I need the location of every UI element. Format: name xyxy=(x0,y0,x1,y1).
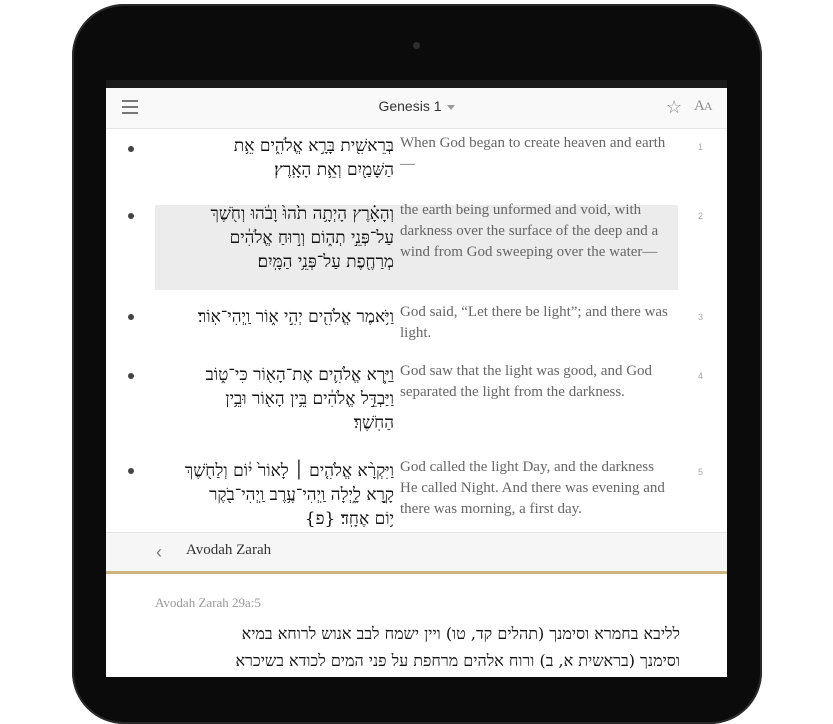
verse-number: 5 xyxy=(698,467,704,477)
top-bar: Genesis 1 ☆ AA xyxy=(106,88,727,129)
english-text: the earth being unformed and void, with … xyxy=(400,202,659,260)
hebrew-line: וַיַּ֧רְא אֱלֹהִ֛ים אֶת־הָא֖וֹר כִּי־ט֑ו… xyxy=(205,365,394,385)
hebrew-line: וְהָאָ֗רֶץ הָיְתָ֥ה תֹ֙הוּ֙ וָבֹ֔הוּ וְח… xyxy=(210,204,395,224)
hebrew-line: קָ֣רָא לָ֑יְלָה וַֽיְהִי־עֶ֥רֶב וַֽיְהִי… xyxy=(209,485,394,505)
english-text: When God began to create heaven and eart… xyxy=(400,135,666,172)
hebrew-line: עַל־פְּנֵ֣י תְה֑וֹם וְר֣וּחַ אֱלֹהִ֔ים xyxy=(229,228,394,248)
hebrew-line: וַיַּבְדֵּ֣ל אֱלֹהִ֔ים בֵּ֥ין הָא֖וֹר וּ… xyxy=(225,389,394,409)
verse-row[interactable]: וַיִּקְרָ֨א אֱלֹהִ֤ים ׀ לָאוֹר֙ י֔וֹם וְ… xyxy=(106,456,727,532)
verse-bullet xyxy=(128,314,134,320)
connection-title: Avodah Zarah xyxy=(186,542,272,558)
book-title-dropdown[interactable]: Genesis 1 xyxy=(106,98,727,114)
star-icon[interactable]: ☆ xyxy=(666,97,682,118)
chevron-down-icon xyxy=(446,104,455,110)
camera-lens xyxy=(413,42,420,49)
verse-number: 1 xyxy=(698,142,704,152)
verse-bullet xyxy=(128,373,134,379)
verse-bullet xyxy=(128,213,134,219)
talmud-text: לליבא בחמרא וסימנך (תהלים קד, טו) ויין י… xyxy=(155,620,680,674)
english-text: God saw that the light was good, and God… xyxy=(400,363,653,400)
verse-number: 3 xyxy=(698,312,704,322)
hebrew-line: הַחֹֽשֶׁךְ׃ xyxy=(353,413,394,433)
talmud-line: לליבא בחמרא וסימנך (תהלים קד, טו) ויין י… xyxy=(241,624,680,643)
app-screen: Genesis 1 ☆ AA בְּרֵאשִׁ֖ית בָּרָ֣א אֱלֹ… xyxy=(106,80,727,677)
english-text: God said, “Let there be light”; and ther… xyxy=(400,304,668,341)
back-chevron-icon[interactable]: ‹ xyxy=(156,542,162,563)
hebrew-text: וְהָאָ֗רֶץ הָיְתָ֥ה תֹ֙הוּ֙ וָבֹ֔הוּ וְח… xyxy=(156,202,395,274)
hebrew-text: וַיִּקְרָ֨א אֱלֹהִ֤ים ׀ לָאוֹר֙ י֔וֹם וְ… xyxy=(156,459,394,531)
source-reference[interactable]: Avodah Zarah 29a:5 xyxy=(155,595,261,611)
hebrew-text: וַיֹּ֥אמֶר אֱלֹהִ֖ים יְהִ֣י א֑וֹר וַֽיְה… xyxy=(156,305,394,329)
hebrew-text: וַיַּ֧רְא אֱלֹהִ֛ים אֶת־הָא֖וֹר כִּי־ט֑ו… xyxy=(156,363,394,435)
hebrew-line: י֥וֹם אֶחָֽד׃ {פ} xyxy=(304,509,394,529)
page-title: Genesis 1 xyxy=(378,98,442,114)
hebrew-line: וַיִּקְרָ֨א אֱלֹהִ֤ים ׀ לָאוֹר֙ י֔וֹם וְ… xyxy=(184,461,394,481)
font-size-icon[interactable]: AA xyxy=(694,98,712,115)
verse-bullet xyxy=(128,468,134,474)
status-bar xyxy=(106,80,727,88)
verse-number: 2 xyxy=(698,211,704,221)
hebrew-line: בְּרֵאשִׁ֖ית בָּרָ֣א אֱלֹהִ֑ים אֵ֥ת xyxy=(233,136,394,156)
connections-header: ‹ Avodah Zarah xyxy=(106,532,727,574)
verse-number: 4 xyxy=(698,371,704,381)
english-text: God called the light Day, and the darkne… xyxy=(400,459,665,517)
hebrew-line: הַשָּׁמַ֖יִם וְאֵ֥ת הָאָֽרֶץ׃ xyxy=(274,160,394,180)
verse-bullet xyxy=(128,146,134,152)
hebrew-text: בְּרֵאשִׁ֖ית בָּרָ֣א אֱלֹהִ֑ים אֵ֥ת הַשָ… xyxy=(156,134,394,182)
hebrew-line: מְרַחֶ֖פֶת עַל־פְּנֵ֥י הַמָּֽיִם׃ xyxy=(257,252,394,272)
hebrew-line: וַיֹּ֥אמֶר אֱלֹהִ֖ים יְהִ֣י א֑וֹר וַֽיְה… xyxy=(197,307,394,327)
talmud-line: וסימנך (בראשית א, ב) ורוח אלהים מרחפת על… xyxy=(235,651,680,670)
